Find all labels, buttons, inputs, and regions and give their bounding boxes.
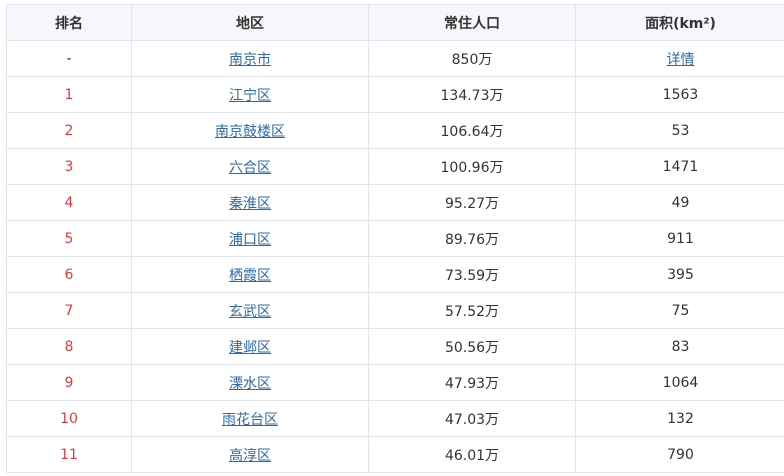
- area-cell: 详情: [575, 40, 784, 77]
- rank-cell: -: [6, 40, 132, 77]
- district-link[interactable]: 南京鼓楼区: [215, 124, 285, 140]
- table-row: 9 溧水区 47.93万 1064: [6, 364, 784, 401]
- population-cell: 46.01万: [368, 436, 576, 473]
- table-row: 1 江宁区 134.73万 1563: [6, 76, 784, 113]
- table-row: 3 六合区 100.96万 1471: [6, 148, 784, 185]
- district-cell: 栖霞区: [131, 256, 369, 293]
- population-cell: 47.93万: [368, 364, 576, 401]
- district-link[interactable]: 六合区: [229, 160, 271, 176]
- district-link[interactable]: 浦口区: [229, 232, 271, 248]
- population-cell: 850万: [368, 40, 576, 77]
- rank-cell: 8: [6, 328, 132, 365]
- table-row: 5 浦口区 89.76万 911: [6, 220, 784, 257]
- district-link[interactable]: 建邺区: [229, 340, 271, 356]
- details-link[interactable]: 详情: [667, 52, 695, 68]
- district-cell: 溧水区: [131, 364, 369, 401]
- district-link[interactable]: 秦淮区: [229, 196, 271, 212]
- district-link[interactable]: 南京市: [229, 52, 271, 68]
- district-link[interactable]: 栖霞区: [229, 268, 271, 284]
- district-cell: 雨花台区: [131, 400, 369, 437]
- area-cell: 911: [575, 220, 784, 257]
- table-row: - 南京市 850万 详情: [6, 40, 784, 77]
- rank-cell: 2: [6, 112, 132, 149]
- district-cell: 南京市: [131, 40, 369, 77]
- rank-cell: 4: [6, 184, 132, 221]
- header-rank: 排名: [6, 4, 132, 41]
- table-row: 4 秦淮区 95.27万 49: [6, 184, 784, 221]
- rank-cell: 1: [6, 76, 132, 113]
- population-cell: 95.27万: [368, 184, 576, 221]
- header-area: 面积(km²): [575, 4, 784, 41]
- rank-cell: 7: [6, 292, 132, 329]
- population-cell: 100.96万: [368, 148, 576, 185]
- area-cell: 132: [575, 400, 784, 437]
- area-cell: 1471: [575, 148, 784, 185]
- district-cell: 玄武区: [131, 292, 369, 329]
- district-link[interactable]: 高淳区: [229, 448, 271, 464]
- table-row: 2 南京鼓楼区 106.64万 53: [6, 112, 784, 149]
- population-cell: 50.56万: [368, 328, 576, 365]
- district-cell: 浦口区: [131, 220, 369, 257]
- area-cell: 53: [575, 112, 784, 149]
- population-cell: 73.59万: [368, 256, 576, 293]
- area-cell: 49: [575, 184, 784, 221]
- district-cell: 秦淮区: [131, 184, 369, 221]
- rank-cell: 6: [6, 256, 132, 293]
- area-cell: 790: [575, 436, 784, 473]
- rank-cell: 11: [6, 436, 132, 473]
- area-cell: 1064: [575, 364, 784, 401]
- district-link[interactable]: 江宁区: [229, 88, 271, 104]
- table-row: 11 高淳区 46.01万 790: [6, 436, 784, 473]
- table-row: 8 建邺区 50.56万 83: [6, 328, 784, 365]
- population-cell: 57.52万: [368, 292, 576, 329]
- population-ranking-table: 排名 地区 常住人口 面积(km²) - 南京市 850万 详情 1 江宁区 134.73万…: [6, 4, 784, 473]
- population-cell: 89.76万: [368, 220, 576, 257]
- rank-cell: 5: [6, 220, 132, 257]
- table-row: 7 玄武区 57.52万 75: [6, 292, 784, 329]
- area-cell: 83: [575, 328, 784, 365]
- rank-cell: 9: [6, 364, 132, 401]
- table-body: - 南京市 850万 详情 1 江宁区 134.73万 1563 2 南京鼓楼区 106.64万 53…: [6, 40, 784, 473]
- district-link[interactable]: 溧水区: [229, 376, 271, 392]
- header-population: 常住人口: [368, 4, 576, 41]
- table-header-row: 排名 地区 常住人口 面积(km²): [6, 4, 784, 41]
- district-cell: 南京鼓楼区: [131, 112, 369, 149]
- rank-cell: 3: [6, 148, 132, 185]
- population-cell: 134.73万: [368, 76, 576, 113]
- area-cell: 75: [575, 292, 784, 329]
- area-cell: 1563: [575, 76, 784, 113]
- district-cell: 建邺区: [131, 328, 369, 365]
- district-link[interactable]: 雨花台区: [222, 412, 278, 428]
- population-cell: 47.03万: [368, 400, 576, 437]
- table-row: 6 栖霞区 73.59万 395: [6, 256, 784, 293]
- population-cell: 106.64万: [368, 112, 576, 149]
- header-district: 地区: [131, 4, 369, 41]
- district-cell: 六合区: [131, 148, 369, 185]
- area-cell: 395: [575, 256, 784, 293]
- rank-cell: 10: [6, 400, 132, 437]
- district-link[interactable]: 玄武区: [229, 304, 271, 320]
- district-cell: 江宁区: [131, 76, 369, 113]
- table-row: 10 雨花台区 47.03万 132: [6, 400, 784, 437]
- district-cell: 高淳区: [131, 436, 369, 473]
